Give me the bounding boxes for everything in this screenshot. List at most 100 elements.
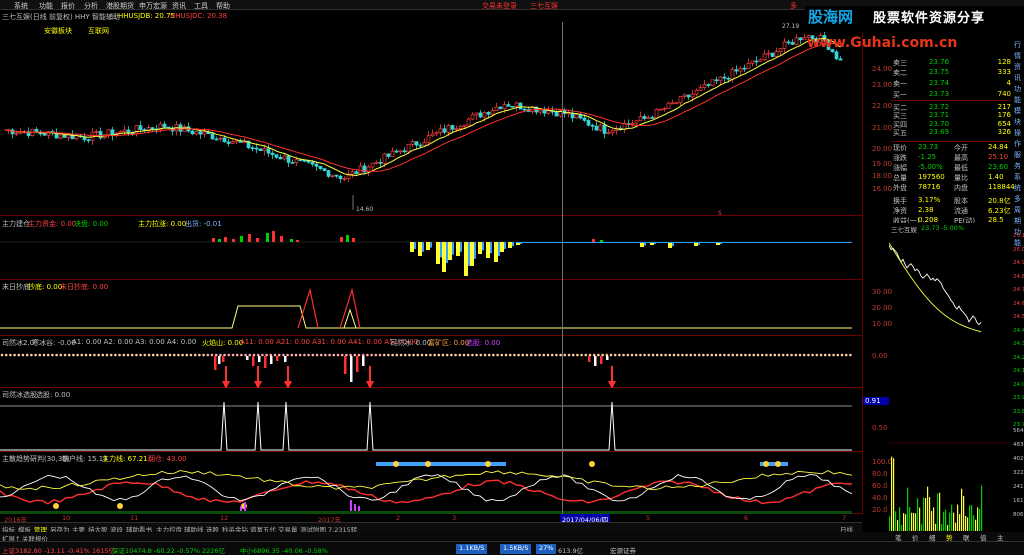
sidebar-button[interactable]: 多 [1011, 194, 1024, 205]
intraday-volume-bar [943, 511, 945, 531]
distribution-bar [456, 242, 460, 256]
dot-marker [836, 353, 840, 357]
axis-divider [862, 10, 863, 515]
candle-body [666, 102, 671, 109]
candle-body [518, 102, 523, 110]
dot-marker [508, 353, 512, 357]
sidebar-button[interactable]: 能 [1011, 95, 1024, 106]
candle-body [414, 141, 419, 146]
price-tick: 18.00 [872, 172, 893, 180]
candle-body [294, 159, 299, 163]
dot-marker [580, 353, 583, 357]
outflow-bar [512, 242, 514, 247]
sidebar-button[interactable]: 情 [1011, 51, 1024, 62]
outflow-bar [498, 242, 500, 256]
sidebar-button[interactable]: 讯 [1011, 73, 1024, 84]
dot-marker [479, 353, 483, 357]
dot-marker [567, 353, 571, 357]
accumulate-bar [346, 235, 349, 242]
index-sh[interactable]: 上证3182.80 -13.11 -0.41% 1615亿 [2, 545, 115, 555]
sidebar-button[interactable]: 周 [1011, 205, 1024, 216]
dot-marker [668, 353, 672, 357]
candle-body [342, 178, 347, 180]
dot-marker [345, 353, 348, 357]
trend-main-line [0, 479, 853, 505]
accumulate-bar [290, 239, 293, 242]
index-zx[interactable]: 中小6896.35 -40.06 -0.58% [240, 545, 328, 555]
dot-marker [21, 353, 25, 357]
candle-body [838, 58, 843, 61]
stat-value: 23.60 [988, 163, 1009, 171]
stat-value: 78716 [918, 183, 941, 191]
candle-body [742, 67, 747, 70]
ice-bar [270, 356, 273, 364]
ice-bar [344, 356, 347, 374]
dot-marker [605, 353, 609, 357]
sidebar-button[interactable]: 功 [1011, 227, 1024, 238]
indicator-pane-accumulate[interactable]: 主力建仓 主力资金: 0.00 决盘: 0.00 主力拉涨: 0.00 出货: … [0, 216, 862, 280]
dot-marker [4, 353, 8, 357]
indicator-pane-trend[interactable]: 主散趋势研判(30,30) 散户线: 15.19 主力线: 67.21 翻仓: … [0, 452, 862, 514]
sidebar-button[interactable]: 功 [1011, 84, 1024, 95]
sidebar-button[interactable]: 作 [1011, 139, 1024, 150]
intraday-volume-bar [969, 505, 971, 531]
intraday-volume-bar [939, 492, 941, 531]
ice-bar [284, 356, 287, 362]
sidebar-button[interactable]: 能 [1011, 238, 1024, 249]
candle-body [310, 161, 315, 165]
dot-marker [286, 353, 289, 357]
order-volume: 128 [997, 58, 1011, 66]
indicator-pane-ice-select[interactable]: 司然冰选股 选股: 0.00 [0, 388, 862, 452]
candle-body [782, 41, 787, 49]
outflow-bar [504, 242, 506, 249]
candle-body [802, 36, 807, 41]
dot-marker [198, 353, 201, 357]
order-label: 卖二 [893, 69, 907, 77]
sidebar-button[interactable]: 资 [1011, 62, 1024, 73]
candle-body [754, 60, 759, 63]
dot-marker [332, 353, 336, 357]
dot-marker [273, 353, 277, 357]
sidebar-button[interactable]: 块 [1011, 117, 1024, 128]
price-tick: 20.00 [872, 145, 893, 153]
high-price-label: 27.19 [782, 23, 799, 30]
intraday-volume-bar [935, 523, 937, 531]
sidebar-button[interactable]: 操 [1011, 128, 1024, 139]
sidebar-button[interactable]: 模 [1011, 106, 1024, 117]
sidebar-button[interactable]: 服 [1011, 150, 1024, 161]
dot-marker [492, 353, 495, 357]
dot-marker [374, 353, 378, 357]
candle-body [642, 116, 647, 119]
candle-body [698, 87, 703, 91]
dot-marker [538, 353, 541, 357]
mini-price: 23.73 [921, 224, 940, 232]
ice-select-spikes [0, 401, 852, 451]
smiley-icon [589, 461, 595, 467]
main-chart-pane[interactable]: 三七互娱(日线 前复权) HHY 智能辅助 HHUSJDB: 20.75 HHU… [0, 10, 862, 216]
dot-marker [328, 353, 331, 357]
dot-marker [756, 353, 760, 357]
intraday-volume-bar [961, 488, 963, 531]
date-label: 3 [452, 514, 457, 522]
intraday-volume-bar [941, 524, 943, 531]
index-sz[interactable]: 深证10474.8 -60.22 -0.57% 2226亿 [112, 545, 225, 555]
indicator-pane-bottom-fishing[interactable]: 末日抄底 抄底: 0.00 末日抄底: 0.00 [0, 280, 862, 336]
candle-body [762, 53, 767, 61]
sidebar-button[interactable]: 务 [1011, 161, 1024, 172]
dot-marker [697, 353, 701, 357]
candle-body [586, 120, 591, 126]
candle-body [250, 147, 255, 150]
sidebar-button[interactable]: 系 [1011, 172, 1024, 183]
order-label: 买一 [893, 91, 907, 99]
sidebar-button[interactable]: 行 [1011, 40, 1024, 51]
indicator-pane-ice[interactable]: 司然冰2.0 寒冰谷: -0.00 A1: 0.00 A2: 0.00 A3: … [0, 336, 862, 388]
candle-body [106, 129, 111, 136]
candle-body [702, 84, 707, 88]
candle-body [338, 175, 343, 180]
sidebar-button[interactable]: 统 [1011, 183, 1024, 194]
sidebar-button[interactable]: 期 [1011, 216, 1024, 227]
candle-body [466, 118, 471, 126]
trend-retail-line [0, 474, 853, 502]
candle-body [378, 162, 383, 164]
accumulate-bar [280, 236, 283, 242]
